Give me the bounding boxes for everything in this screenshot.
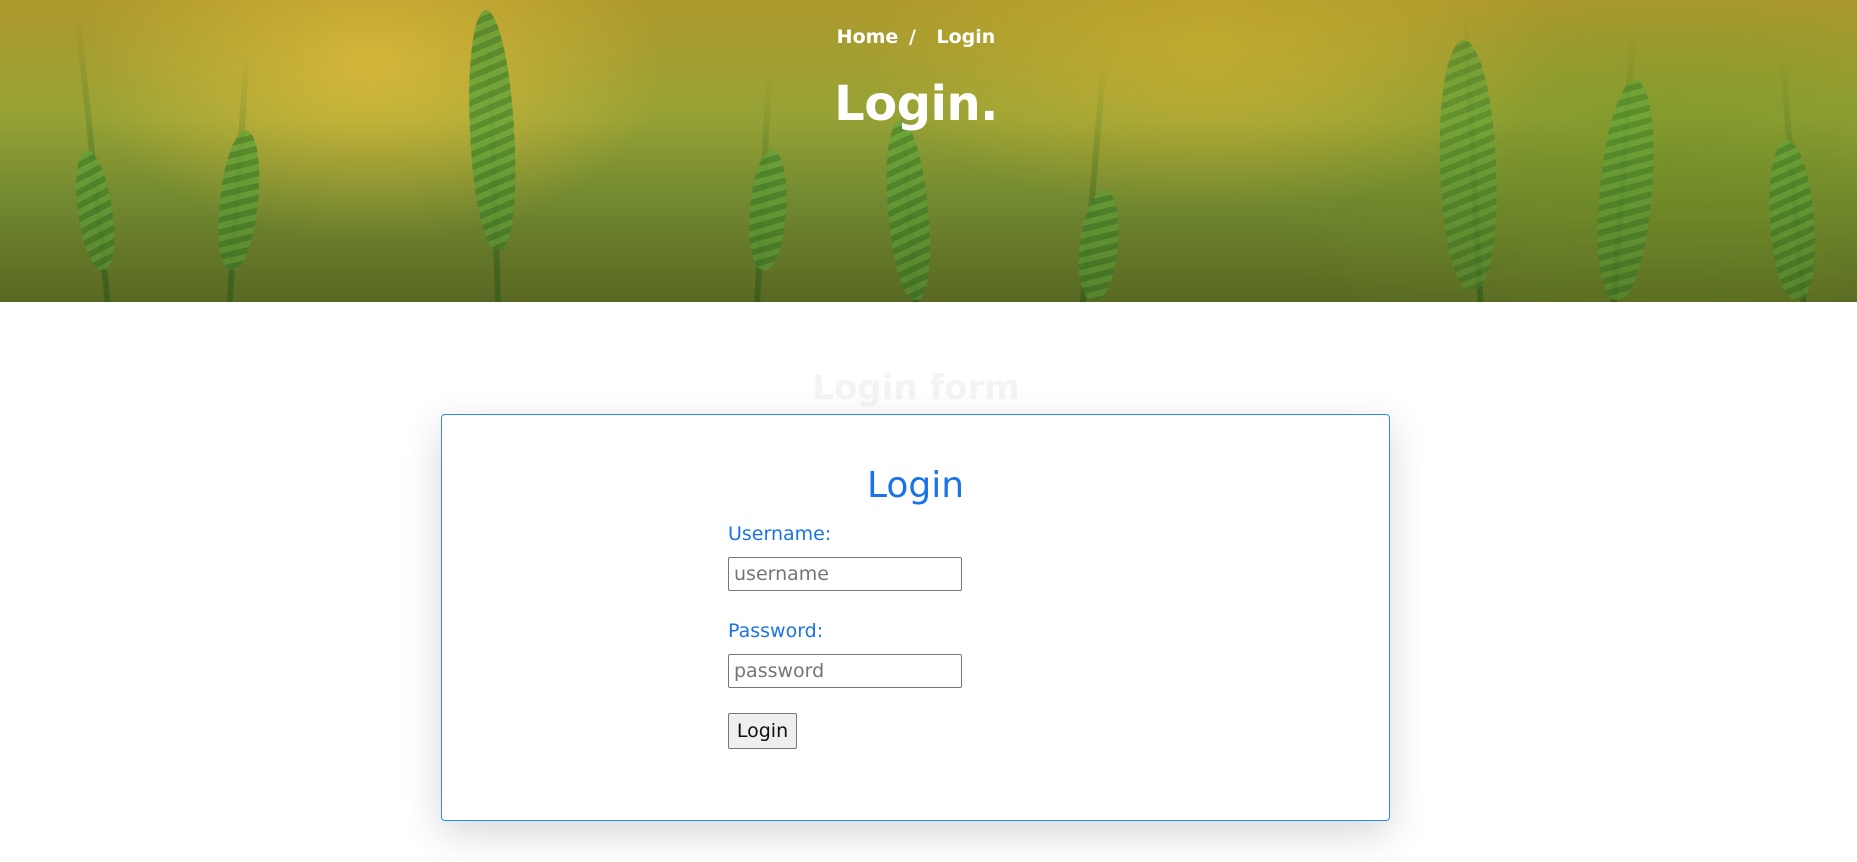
login-form-card: Login Username: Password: Login — [441, 414, 1390, 821]
password-label: Password: — [728, 620, 824, 642]
username-label: Username: — [728, 523, 832, 545]
section-heading: Login form — [812, 368, 1020, 408]
password-input[interactable] — [728, 654, 962, 688]
login-form-title: Login — [866, 465, 965, 506]
hero-banner: Home / Login Login. — [0, 0, 1857, 302]
login-button[interactable]: Login — [728, 713, 797, 749]
breadcrumb-current: Login — [936, 26, 996, 48]
breadcrumb-separator: / — [908, 26, 916, 48]
page-title: Login. — [834, 76, 998, 132]
username-input[interactable] — [728, 557, 962, 591]
breadcrumb: Home / Login — [0, 26, 1832, 48]
breadcrumb-home-link[interactable]: Home — [837, 26, 899, 48]
